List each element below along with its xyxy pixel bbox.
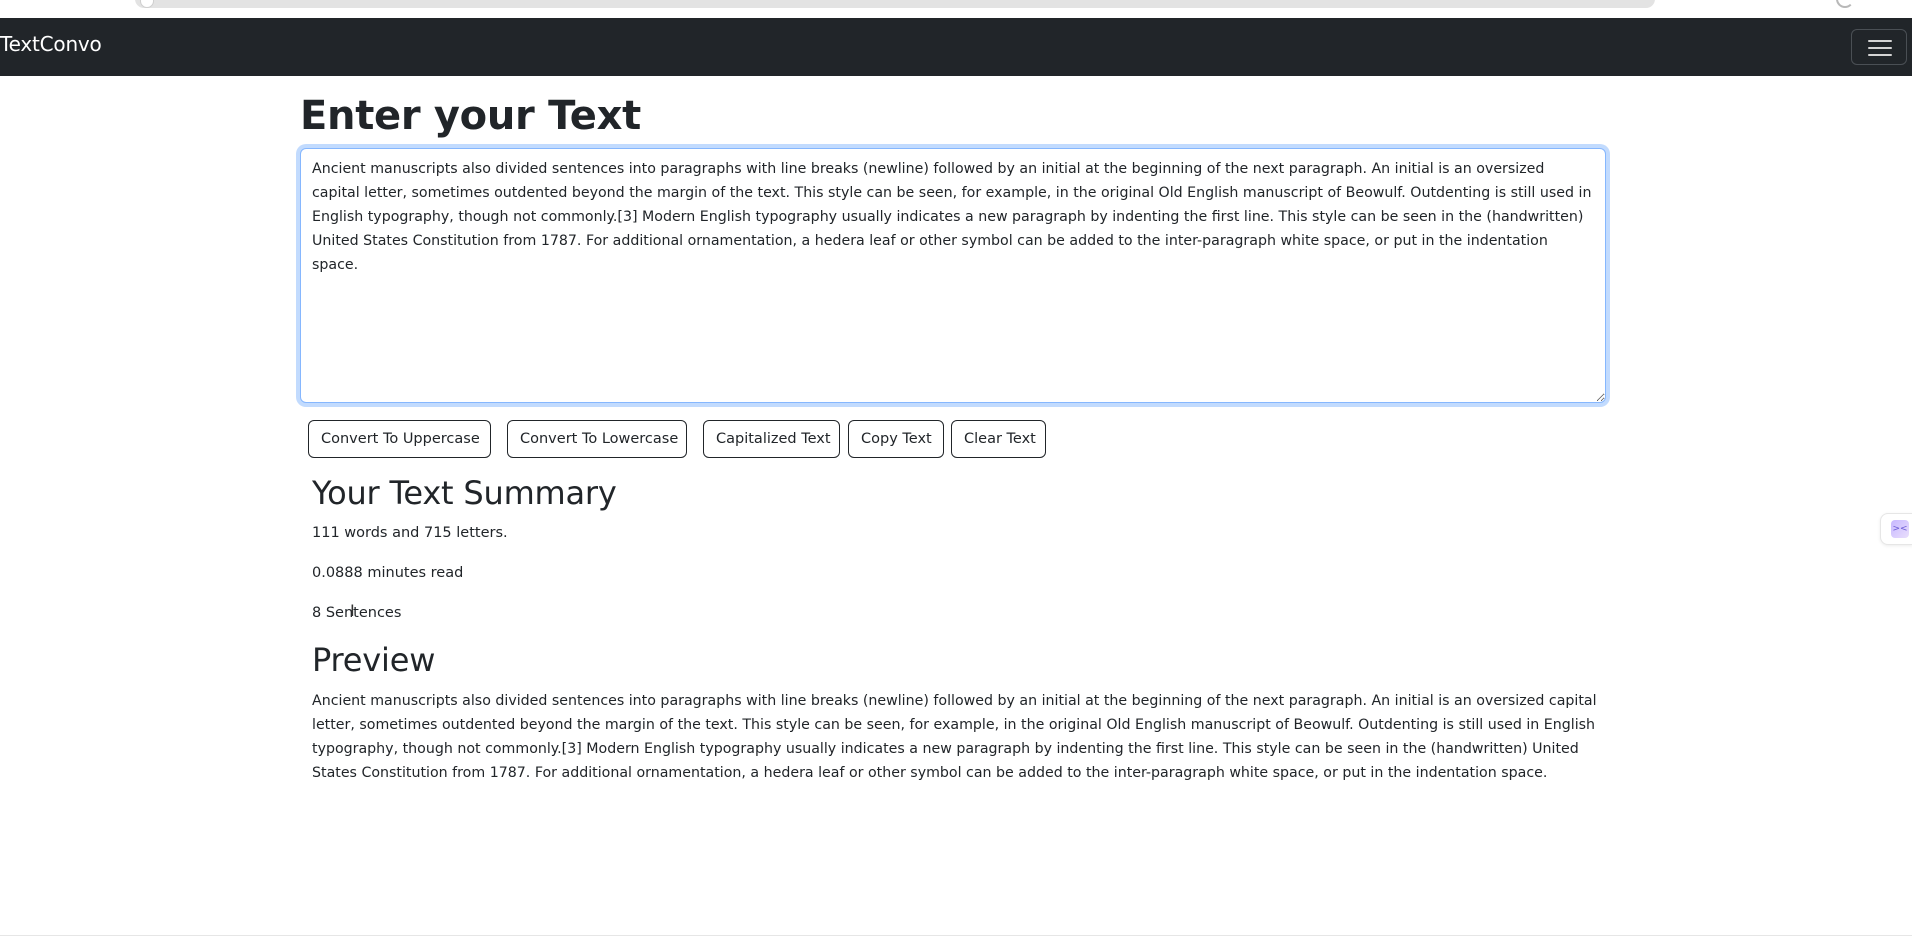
summary-heading: Your Text Summary	[312, 474, 617, 512]
copy-text-button[interactable]: Copy Text	[848, 420, 944, 458]
page-divider	[0, 935, 1912, 936]
profile-icon[interactable]	[1836, 0, 1854, 8]
word-letter-count: 111 words and 715 letters.	[312, 525, 508, 541]
text-input-area[interactable]	[300, 148, 1606, 403]
read-time: 0.0888 minutes read	[312, 565, 464, 581]
text-cursor-icon: I	[350, 601, 355, 620]
capitalized-text-button[interactable]: Capitalized Text	[703, 420, 840, 458]
clear-text-button[interactable]: Clear Text	[951, 420, 1046, 458]
navbar-toggler-button[interactable]	[1851, 29, 1907, 65]
brand-logo[interactable]: TextConvo	[0, 34, 102, 54]
extension-icon: ><	[1891, 520, 1909, 538]
preview-text: Ancient manuscripts also divided sentenc…	[312, 693, 1597, 781]
navbar: TextConvo	[0, 18, 1912, 76]
page-title: Enter your Text	[300, 93, 641, 139]
hamburger-menu-icon	[1868, 40, 1892, 56]
address-bar[interactable]	[135, 0, 1655, 8]
convert-lowercase-button[interactable]: Convert To Lowercase	[507, 420, 687, 458]
convert-uppercase-button[interactable]: Convert To Uppercase	[308, 420, 491, 458]
extension-side-tab[interactable]: ><	[1880, 513, 1912, 545]
browser-top-strip	[0, 0, 1912, 18]
preview-heading: Preview	[312, 641, 436, 679]
